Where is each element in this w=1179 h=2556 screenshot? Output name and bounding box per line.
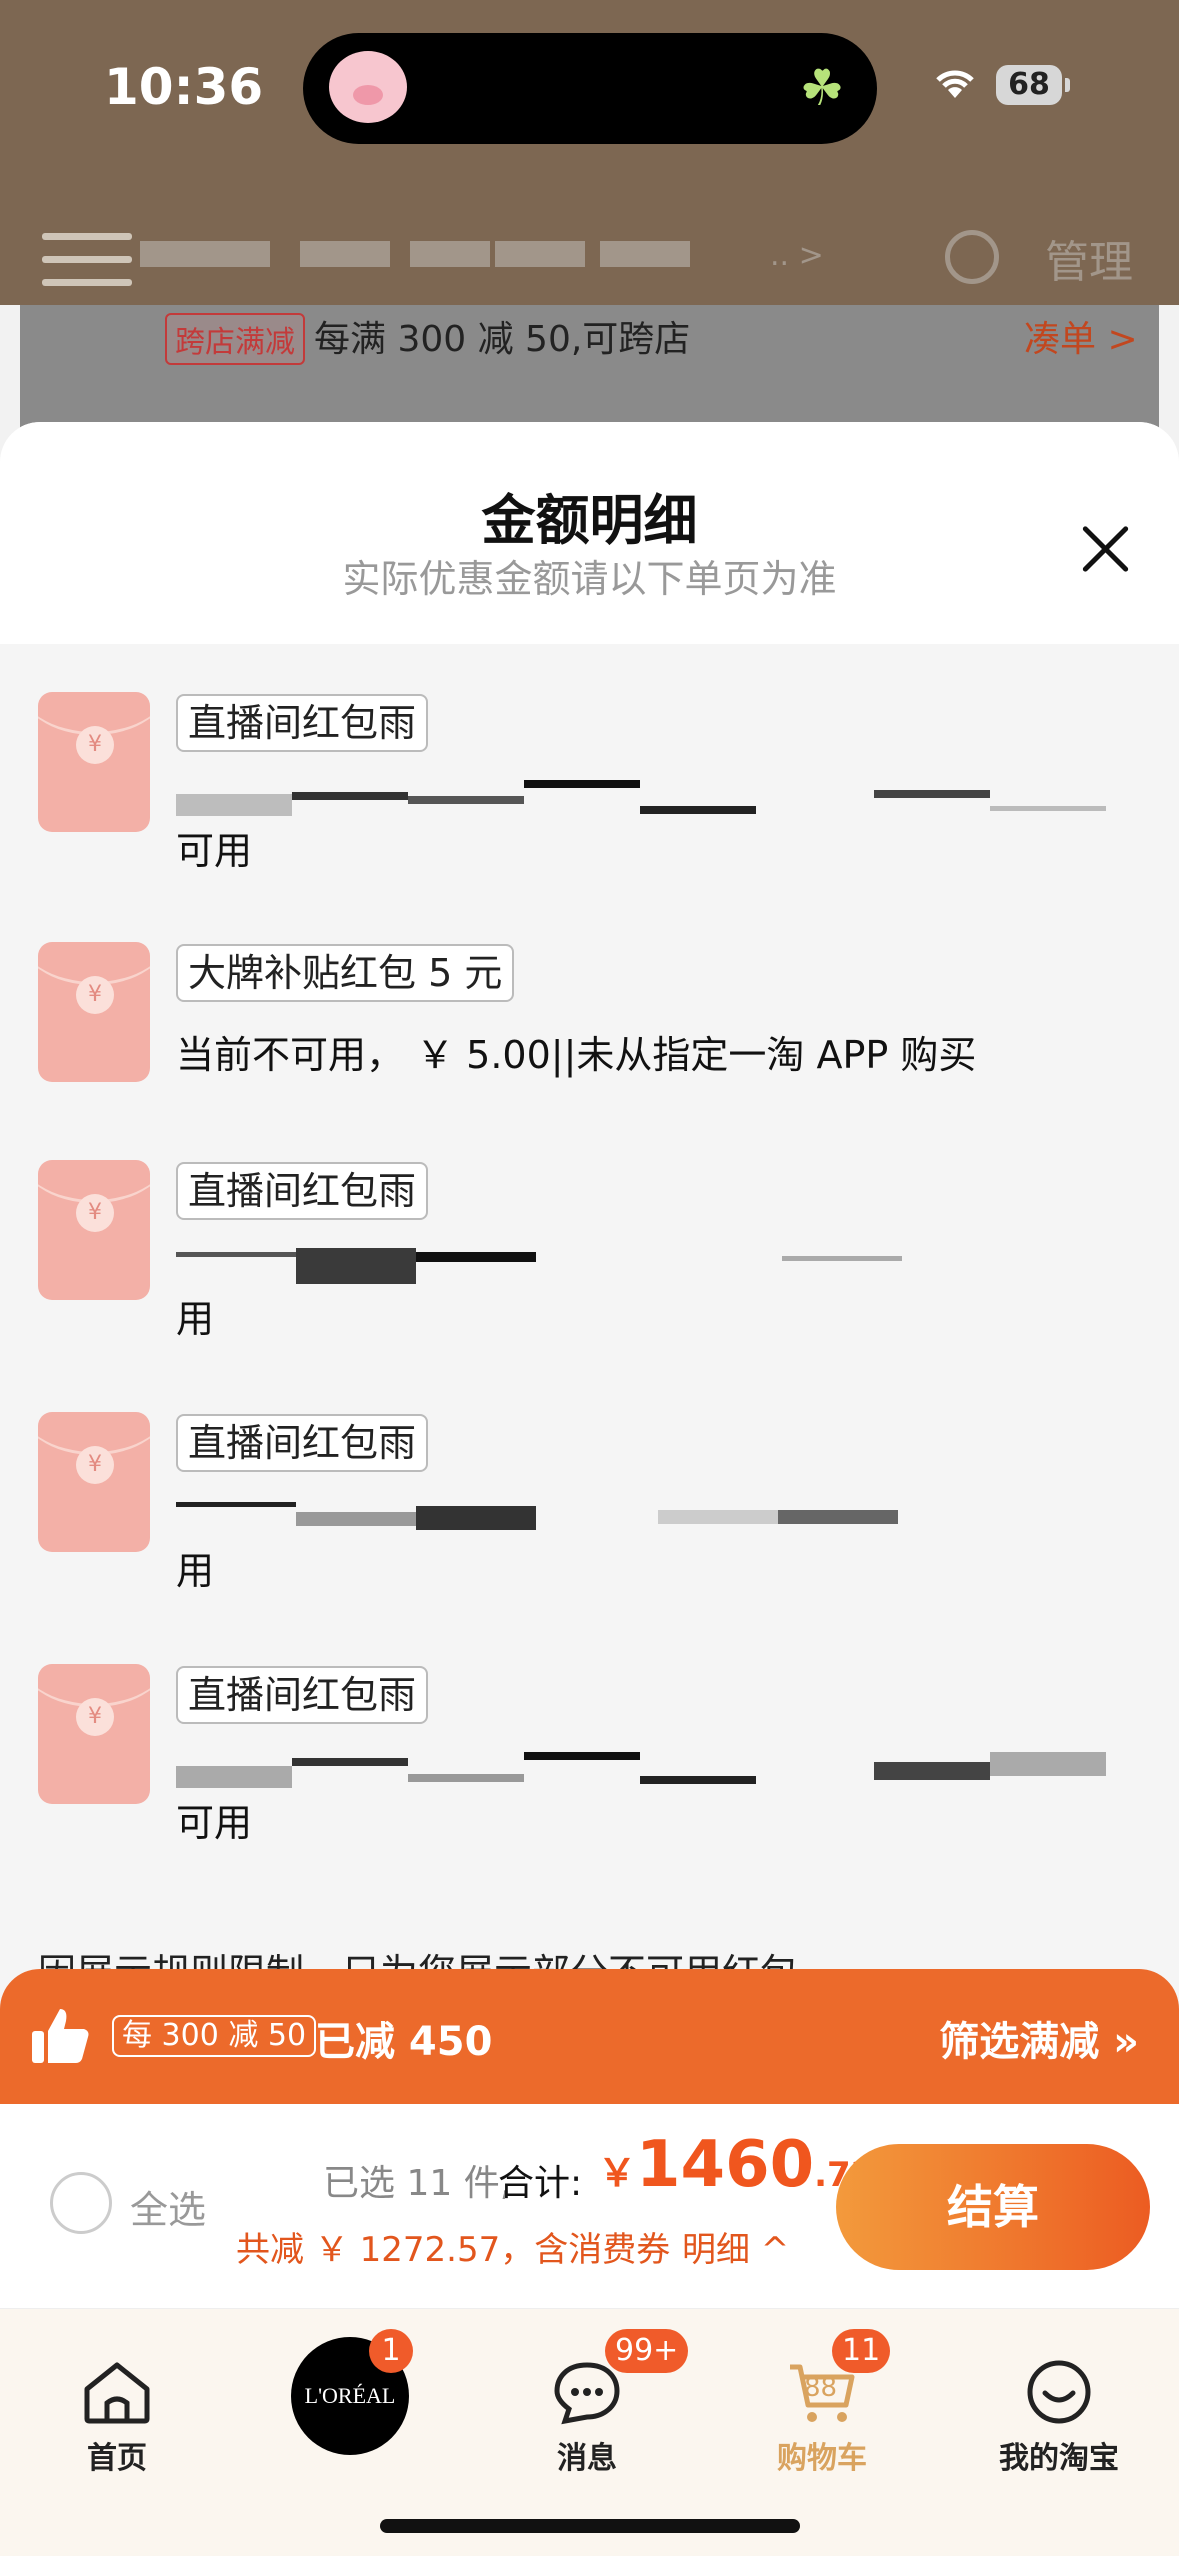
amount-detail-sheet: 金额明细 实际优惠金额请以下单页为准 ¥ 直播间红包雨 可用 ¥ 大牌补贴红包 … bbox=[0, 422, 1179, 2102]
detail-toggle[interactable]: 明细 ^ bbox=[682, 2222, 789, 2271]
selected-count: 已选 11 件, bbox=[323, 2163, 512, 2204]
home-indicator bbox=[380, 2519, 800, 2533]
coupon-desc: 用 bbox=[176, 1549, 215, 1593]
yen-coin-icon: ¥ bbox=[76, 976, 114, 1014]
select-all-label[interactable]: 全选 bbox=[130, 2179, 206, 2234]
badge: 11 bbox=[832, 2329, 891, 2373]
blurred-title bbox=[300, 241, 390, 267]
promo-tag: 每 300 减 50 bbox=[112, 2015, 317, 2057]
yen-coin-icon: ¥ bbox=[76, 1698, 114, 1736]
tab-label: 我的淘宝 bbox=[999, 2441, 1119, 2476]
tab-label: 购物车 bbox=[777, 2441, 867, 2476]
coupon-desc: 可用 bbox=[176, 1801, 253, 1845]
menu-icon[interactable] bbox=[42, 233, 132, 289]
tab-label: 消息 bbox=[557, 2441, 617, 2476]
status-time: 10:36 bbox=[104, 58, 264, 116]
title-suffix: .. > bbox=[770, 238, 824, 273]
promo-text: 每满 300 减 50,可跨店 bbox=[314, 319, 691, 360]
cross-store-tag: 跨店满减 bbox=[165, 313, 305, 365]
tab-cart[interactable]: 88 11 购物车 bbox=[722, 2309, 922, 2489]
checkout-bar: 全选 已选 11 件, 合计: ￥1460.72 共减 ￥ 1272.57，含消… bbox=[0, 2104, 1179, 2308]
red-packet-icon: ¥ bbox=[38, 1160, 150, 1300]
coupon-desc: 可用 bbox=[176, 829, 253, 873]
tab-label: 首页 bbox=[87, 2441, 147, 2476]
red-packet-icon: ¥ bbox=[38, 692, 150, 832]
checkout-button[interactable]: 结算 bbox=[836, 2144, 1150, 2270]
tab-my-taobao[interactable]: 我的淘宝 bbox=[959, 2309, 1159, 2489]
thumbs-up-icon bbox=[32, 2009, 89, 2063]
sheet-header: 金额明细 实际优惠金额请以下单页为准 bbox=[0, 422, 1179, 644]
cart-count: 88 bbox=[804, 2373, 838, 2403]
yen-coin-icon: ¥ bbox=[76, 1446, 114, 1484]
yen-coin-icon: ¥ bbox=[76, 726, 114, 764]
smile-icon bbox=[1027, 2360, 1091, 2424]
pig-icon bbox=[329, 51, 407, 123]
close-icon[interactable] bbox=[1070, 514, 1140, 584]
total-price: ￥1460.72 bbox=[598, 2128, 874, 2202]
message-icon bbox=[554, 2362, 620, 2425]
coupon-desc: 用 bbox=[176, 1297, 215, 1341]
blurred-title bbox=[410, 241, 490, 267]
total-label: 合计: bbox=[498, 2163, 583, 2204]
badge: 1 bbox=[369, 2329, 413, 2373]
clover-icon: ☘ bbox=[799, 59, 845, 117]
blurred-title bbox=[140, 241, 270, 267]
blurred-title bbox=[495, 241, 585, 267]
tab-bar: 首页 L'ORÉAL 1 99+ 消息 88 11 购物车 我的淘宝 bbox=[0, 2308, 1179, 2556]
total-integer: 1460 bbox=[636, 2128, 815, 2202]
coupon-tag: 大牌补贴红包 5 元 bbox=[176, 944, 515, 1002]
blurred-coupon-detail bbox=[176, 1752, 1106, 1788]
wifi-icon bbox=[936, 70, 974, 98]
currency-symbol: ￥ bbox=[598, 2151, 637, 2195]
red-packet-icon: ¥ bbox=[38, 1664, 150, 1804]
search-icon[interactable] bbox=[945, 230, 999, 284]
discount-total: 共减 ￥ 1272.57，含消费券 bbox=[236, 2230, 671, 2270]
coupon-tag: 直播间红包雨 bbox=[176, 1162, 429, 1220]
select-all-checkbox[interactable] bbox=[50, 2172, 112, 2234]
red-packet-icon: ¥ bbox=[38, 942, 150, 1082]
coupon-tag: 直播间红包雨 bbox=[176, 694, 429, 752]
blurred-coupon-detail bbox=[176, 780, 1106, 816]
tab-messages[interactable]: 99+ 消息 bbox=[487, 2309, 689, 2489]
reduced-amount: 已减 450 bbox=[315, 2019, 493, 2065]
coupon-tag: 直播间红包雨 bbox=[176, 1666, 429, 1724]
blurred-coupon-detail bbox=[176, 1248, 1106, 1284]
yen-coin-icon: ¥ bbox=[76, 1194, 114, 1232]
screen: 10:36 ☘ 68 .. > 管理 跨店满减 每满 300 减 50,可跨店 … bbox=[0, 0, 1179, 2556]
blurred-coupon-detail bbox=[176, 1500, 1106, 1536]
filter-discount-link[interactable]: 筛选满减 » bbox=[939, 2009, 1139, 2067]
combine-order-link[interactable]: 凑单 > bbox=[1024, 310, 1138, 362]
dynamic-island: ☘ bbox=[303, 33, 877, 144]
sheet-subtitle: 实际优惠金额请以下单页为准 bbox=[342, 557, 837, 601]
coupon-desc: 当前不可用， ￥ 5.00||未从指定一淘 APP 购买 bbox=[176, 1033, 977, 1077]
sheet-title: 金额明细 bbox=[481, 489, 698, 552]
battery-indicator: 68 bbox=[996, 65, 1070, 105]
discount-summary-bar[interactable]: 每 300 减 50 已减 450 筛选满减 » bbox=[0, 1969, 1179, 2105]
coupon-tag: 直播间红包雨 bbox=[176, 1414, 429, 1472]
manage-button[interactable]: 管理 bbox=[1045, 226, 1133, 290]
tab-brand[interactable]: L'ORÉAL 1 bbox=[243, 2309, 443, 2489]
home-icon bbox=[84, 2362, 150, 2424]
badge: 99+ bbox=[605, 2329, 689, 2373]
tab-home[interactable]: 首页 bbox=[17, 2309, 217, 2489]
red-packet-icon: ¥ bbox=[38, 1412, 150, 1552]
blurred-title bbox=[600, 241, 690, 267]
